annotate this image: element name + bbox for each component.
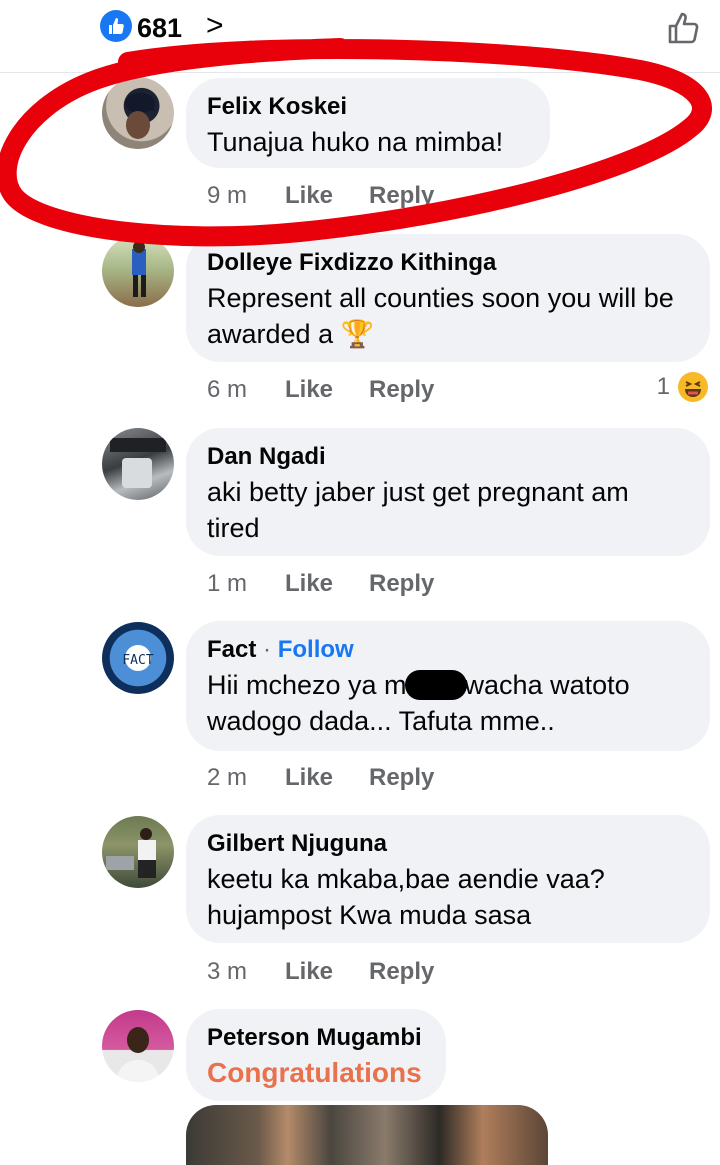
reactions-bar: 681 > [0,0,720,73]
follow-button[interactable]: Follow [278,636,354,663]
comment-bubble[interactable]: Gilbert Njuguna keetu ka mkaba,bae aendi… [186,815,710,943]
haha-emoji-icon [678,372,708,402]
comment-text: aki betty jaber just get pregnant am tir… [207,477,629,543]
reaction-count: 1 [656,373,670,400]
like-button[interactable]: Like [285,957,369,987]
like-count[interactable]: 681 [137,10,182,46]
reply-button[interactable]: Reply [369,957,434,987]
comment-time[interactable]: 1 m [207,569,285,599]
comment-text: Represent all counties soon you will be … [207,283,674,349]
like-reaction-icon [100,10,132,42]
comment-author: Fact · Follow [207,635,688,665]
avatar[interactable] [102,428,174,500]
comment-actions: 9 m Like Reply [207,181,434,211]
comment-author[interactable]: Felix Koskei [207,92,528,122]
comment-text: Congratulations [207,1057,422,1088]
avatar[interactable]: FACT [102,622,174,694]
comment-bubble[interactable]: Peterson Mugambi Congratulations [186,1009,446,1101]
comment-bubble[interactable]: Dan Ngadi aki betty jaber just get pregn… [186,428,710,556]
comment-actions: 2 m Like Reply [207,763,434,793]
reaction-summary[interactable]: 1 [657,372,708,402]
avatar[interactable] [102,1010,174,1082]
reply-button[interactable]: Reply [369,375,434,405]
avatar[interactable] [102,235,174,307]
comment-author[interactable]: Dan Ngadi [207,442,688,472]
comment-time[interactable]: 3 m [207,957,285,987]
like-button[interactable]: Like [285,375,369,405]
censor-mark [404,670,467,700]
fact-logo-text: FACT [122,653,153,668]
like-outline-icon[interactable] [664,8,704,48]
comment-time[interactable]: 9 m [207,181,285,211]
reply-button[interactable]: Reply [369,181,434,211]
like-button[interactable]: Like [285,763,369,793]
chevron-right-icon[interactable]: > [206,8,224,44]
comment-text-start: Hii mchezo ya m [207,670,407,700]
comment-bubble[interactable]: Fact · Follow Hii mchezo ya m wacha watot… [186,621,710,751]
comment-bubble[interactable]: Felix Koskei Tunajua huko na mimba! [186,78,550,168]
comment-text: Hii mchezo ya m wacha watoto wadogo dada.… [207,667,688,739]
avatar[interactable] [102,77,174,149]
like-button[interactable]: Like [285,181,369,211]
avatar[interactable] [102,816,174,888]
comment-author[interactable]: Gilbert Njuguna [207,829,688,859]
separator-dot: · [263,636,272,663]
comment-time[interactable]: 6 m [207,375,285,405]
comment-bubble[interactable]: Dolleye Fixdizzo Kithinga Represent all … [186,234,710,362]
comment-actions: 3 m Like Reply [207,957,434,987]
comment-author-name[interactable]: Fact [207,636,256,663]
comment-text: keetu ka mkaba,bae aendie vaa? hujampost… [207,864,605,930]
reply-button[interactable]: Reply [369,763,434,793]
reply-button[interactable]: Reply [369,569,434,599]
comment-actions: 6 m Like Reply [207,375,434,405]
comment-actions: 1 m Like Reply [207,569,434,599]
comment-author[interactable]: Dolleye Fixdizzo Kithinga [207,248,688,278]
attached-photo[interactable] [186,1105,548,1165]
comment-time[interactable]: 2 m [207,763,285,793]
comment-text: Tunajua huko na mimba! [207,127,504,157]
comment-author[interactable]: Peterson Mugambi [207,1023,424,1053]
like-button[interactable]: Like [285,569,369,599]
